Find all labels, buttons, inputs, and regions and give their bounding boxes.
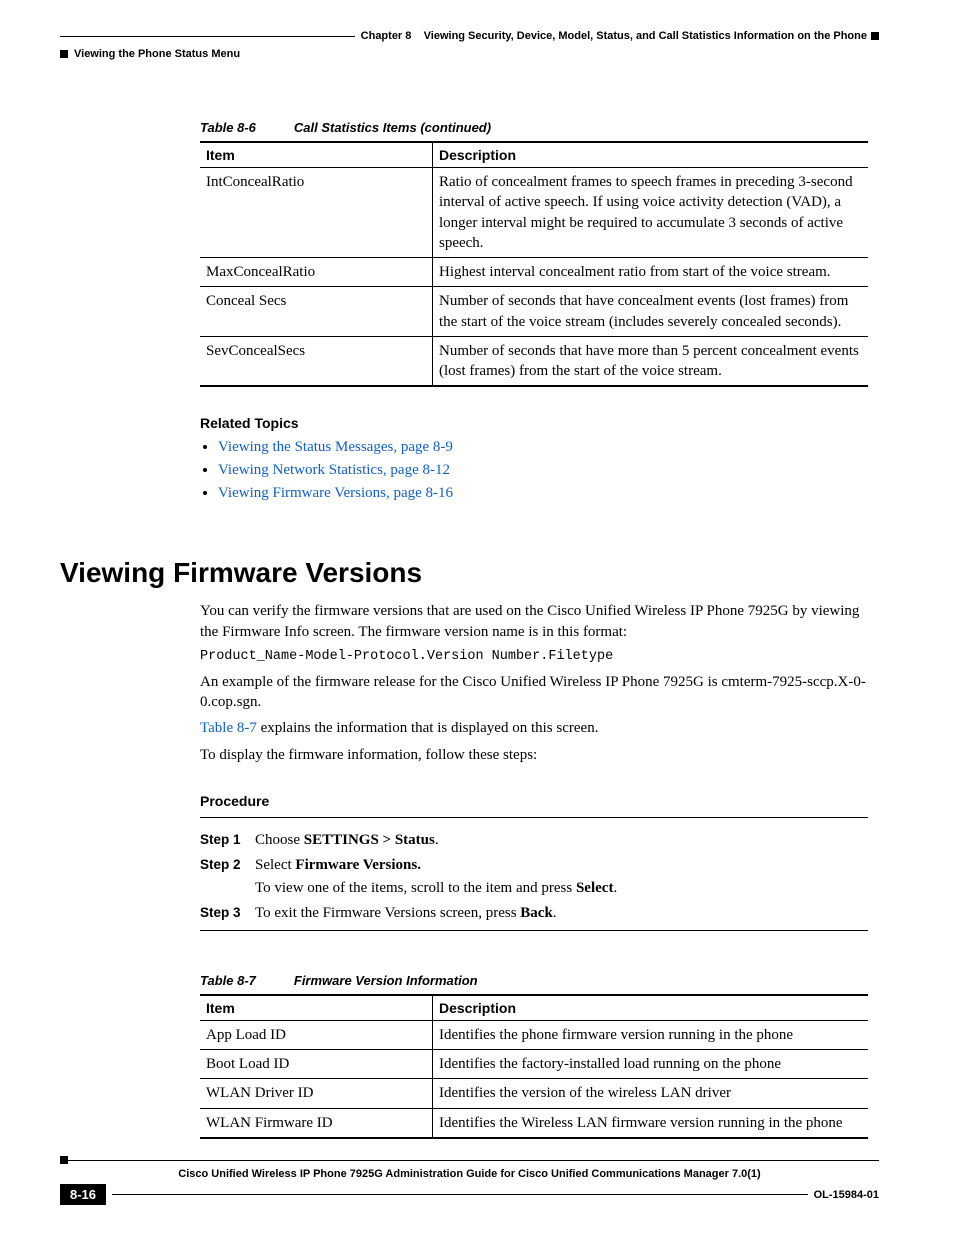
footer-doc-title: Cisco Unified Wireless IP Phone 7925G Ad… xyxy=(60,1168,879,1180)
square-marker-icon xyxy=(60,1156,68,1164)
body-paragraph: Table 8-7 explains the information that … xyxy=(200,718,879,738)
step-label: Step 3 xyxy=(200,905,255,922)
related-link[interactable]: Viewing the Status Messages, page 8-9 xyxy=(218,439,453,455)
table-row: Conceal SecsNumber of seconds that have … xyxy=(200,287,868,337)
table-row: SevConcealSecsNumber of seconds that hav… xyxy=(200,336,868,386)
related-link[interactable]: Viewing Firmware Versions, page 8-16 xyxy=(218,485,453,501)
procedure-rule xyxy=(200,930,868,931)
table-row: App Load IDIdentifies the phone firmware… xyxy=(200,1020,868,1049)
related-topics-heading: Related Topics xyxy=(200,415,879,431)
chapter-label: Chapter 8 Viewing Security, Device, Mode… xyxy=(361,30,867,42)
page-title: Viewing Firmware Versions xyxy=(60,557,879,589)
step-label: Step 2 xyxy=(200,857,255,897)
table-row: WLAN Firmware IDIdentifies the Wireless … xyxy=(200,1108,868,1138)
body-paragraph: You can verify the firmware versions tha… xyxy=(200,601,879,642)
table-row: MaxConcealRatioHighest interval concealm… xyxy=(200,258,868,287)
procedure-step: Step 2 Select Firmware Versions. To view… xyxy=(255,857,879,897)
col-header-desc: Description xyxy=(433,995,869,1021)
square-marker-icon xyxy=(60,50,68,58)
table-row: WLAN Driver IDIdentifies the version of … xyxy=(200,1079,868,1108)
page-number-badge: 8-16 xyxy=(60,1184,106,1205)
col-header-item: Item xyxy=(200,142,433,168)
table-8-7-caption: Table 8-7Firmware Version Information xyxy=(200,973,879,988)
col-header-item: Item xyxy=(200,995,433,1021)
procedure-step: Step 1 Choose SETTINGS > Status. xyxy=(255,832,879,849)
table-row: Boot Load IDIdentifies the factory-insta… xyxy=(200,1050,868,1079)
table-row: IntConcealRatioRatio of concealment fram… xyxy=(200,168,868,258)
table-8-6: Item Description IntConcealRatioRatio of… xyxy=(200,141,868,387)
running-header: Chapter 8 Viewing Security, Device, Mode… xyxy=(60,30,879,60)
procedure-heading: Procedure xyxy=(200,793,879,809)
col-header-desc: Description xyxy=(433,142,869,168)
section-header: Viewing the Phone Status Menu xyxy=(74,48,240,60)
table-8-6-caption: Table 8-6Call Statistics Items (continue… xyxy=(200,120,879,135)
square-marker-icon xyxy=(871,32,879,40)
procedure-rule xyxy=(200,817,868,818)
doc-id: OL-15984-01 xyxy=(814,1189,879,1201)
list-item: Viewing Firmware Versions, page 8-16 xyxy=(218,485,879,502)
procedure-step: Step 3 To exit the Firmware Versions scr… xyxy=(255,905,879,922)
related-topics-list: Viewing the Status Messages, page 8-9 Vi… xyxy=(218,439,879,502)
table-ref-link[interactable]: Table 8-7 xyxy=(200,720,257,736)
step-label: Step 1 xyxy=(200,832,255,849)
list-item: Viewing Network Statistics, page 8-12 xyxy=(218,462,879,479)
related-link[interactable]: Viewing Network Statistics, page 8-12 xyxy=(218,462,450,478)
table-8-7: Item Description App Load IDIdentifies t… xyxy=(200,994,868,1139)
body-paragraph: To display the firmware information, fol… xyxy=(200,745,879,765)
page-footer: Cisco Unified Wireless IP Phone 7925G Ad… xyxy=(60,1156,879,1205)
step-body: Choose SETTINGS > Status. xyxy=(255,832,439,849)
step-body: Select Firmware Versions. To view one of… xyxy=(255,857,617,897)
list-item: Viewing the Status Messages, page 8-9 xyxy=(218,439,879,456)
step-body: To exit the Firmware Versions screen, pr… xyxy=(255,905,557,922)
body-paragraph: An example of the firmware release for t… xyxy=(200,672,879,713)
code-line: Product_Name-Model-Protocol.Version Numb… xyxy=(200,648,879,666)
